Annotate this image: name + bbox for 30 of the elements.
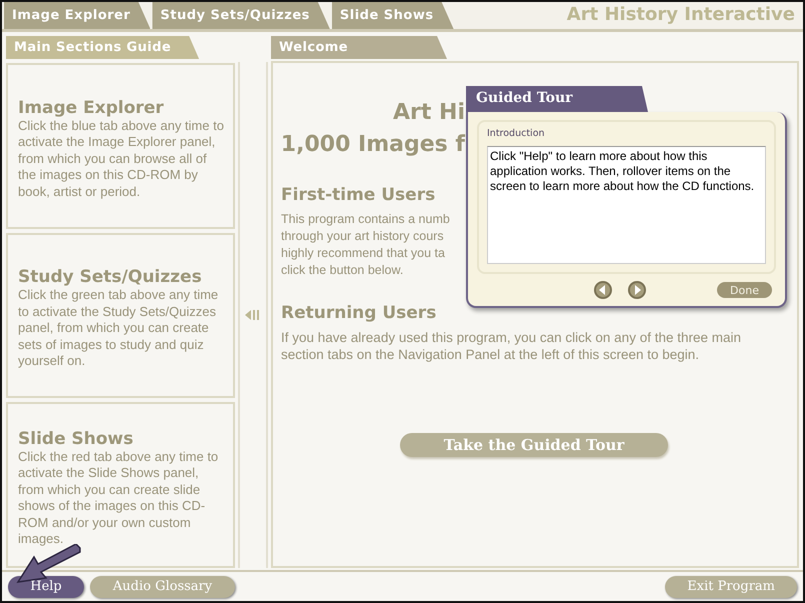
section-tab[interactable]: Image Explorer: [4, 2, 150, 29]
collapse-handle-icon[interactable]: [244, 308, 262, 322]
section-label: Introduction: [487, 128, 546, 139]
tour-text-area: Click "Help" to learn more about how this application works. Then, rollover items on the screen to learn more about how the CD functions.: [487, 146, 766, 264]
guide-text: Click the blue tab above any time to activate the Image Explorer panel, from which you can browse all of the images on this CD-ROM by book, artist or period.: [18, 118, 225, 200]
footer-button[interactable]: Help: [8, 576, 84, 598]
dialog-title: Guided Tour: [466, 86, 648, 112]
section-heading: Returning Users: [281, 303, 436, 323]
body-text: This program contains a numb: [281, 211, 450, 228]
done-button[interactable]: Done: [717, 282, 772, 298]
body-text: highly recommend that you ta: [281, 245, 445, 262]
guide-heading: Slide Shows: [18, 428, 134, 449]
footer-button[interactable]: Audio Glossary: [90, 576, 235, 598]
body-text: If you have already used this program, you can click on any of the three main section tabs on the Navigation Panel at the left of this screen to begin.: [281, 329, 742, 363]
welcome-title: 1,000 Images f: [280, 131, 465, 159]
guided-tour-button[interactable]: Take the Guided Tour: [400, 433, 668, 457]
previous-button[interactable]: [593, 280, 613, 300]
guide-heading: Study Sets/Quizzes: [18, 267, 203, 288]
next-button[interactable]: [627, 280, 647, 300]
exit-button[interactable]: Exit Program: [665, 576, 797, 598]
app-title: Art History Interactive: [566, 4, 796, 27]
section-tab[interactable]: Study Sets/Quizzes: [152, 2, 330, 29]
guide-text: Click the red tab above any time to activate the Slide Shows panel, from which you can create slide shows of the images on this CD-ROM and/or your own custom images.: [18, 448, 220, 548]
section-tab[interactable]: Slide Shows: [332, 2, 454, 29]
guide-text: Click the green tab above any time to activate the Study Sets/Quizzes panel, from which you can create sets of images to study and quiz yourself on.: [18, 287, 220, 370]
body-text: click the button below.: [281, 262, 404, 279]
section-heading: First-time Users: [281, 185, 436, 205]
guide-heading: Image Explorer: [18, 98, 165, 118]
welcome-title: Art Hi: [392, 99, 465, 127]
body-text: through your art history cours: [281, 228, 444, 245]
